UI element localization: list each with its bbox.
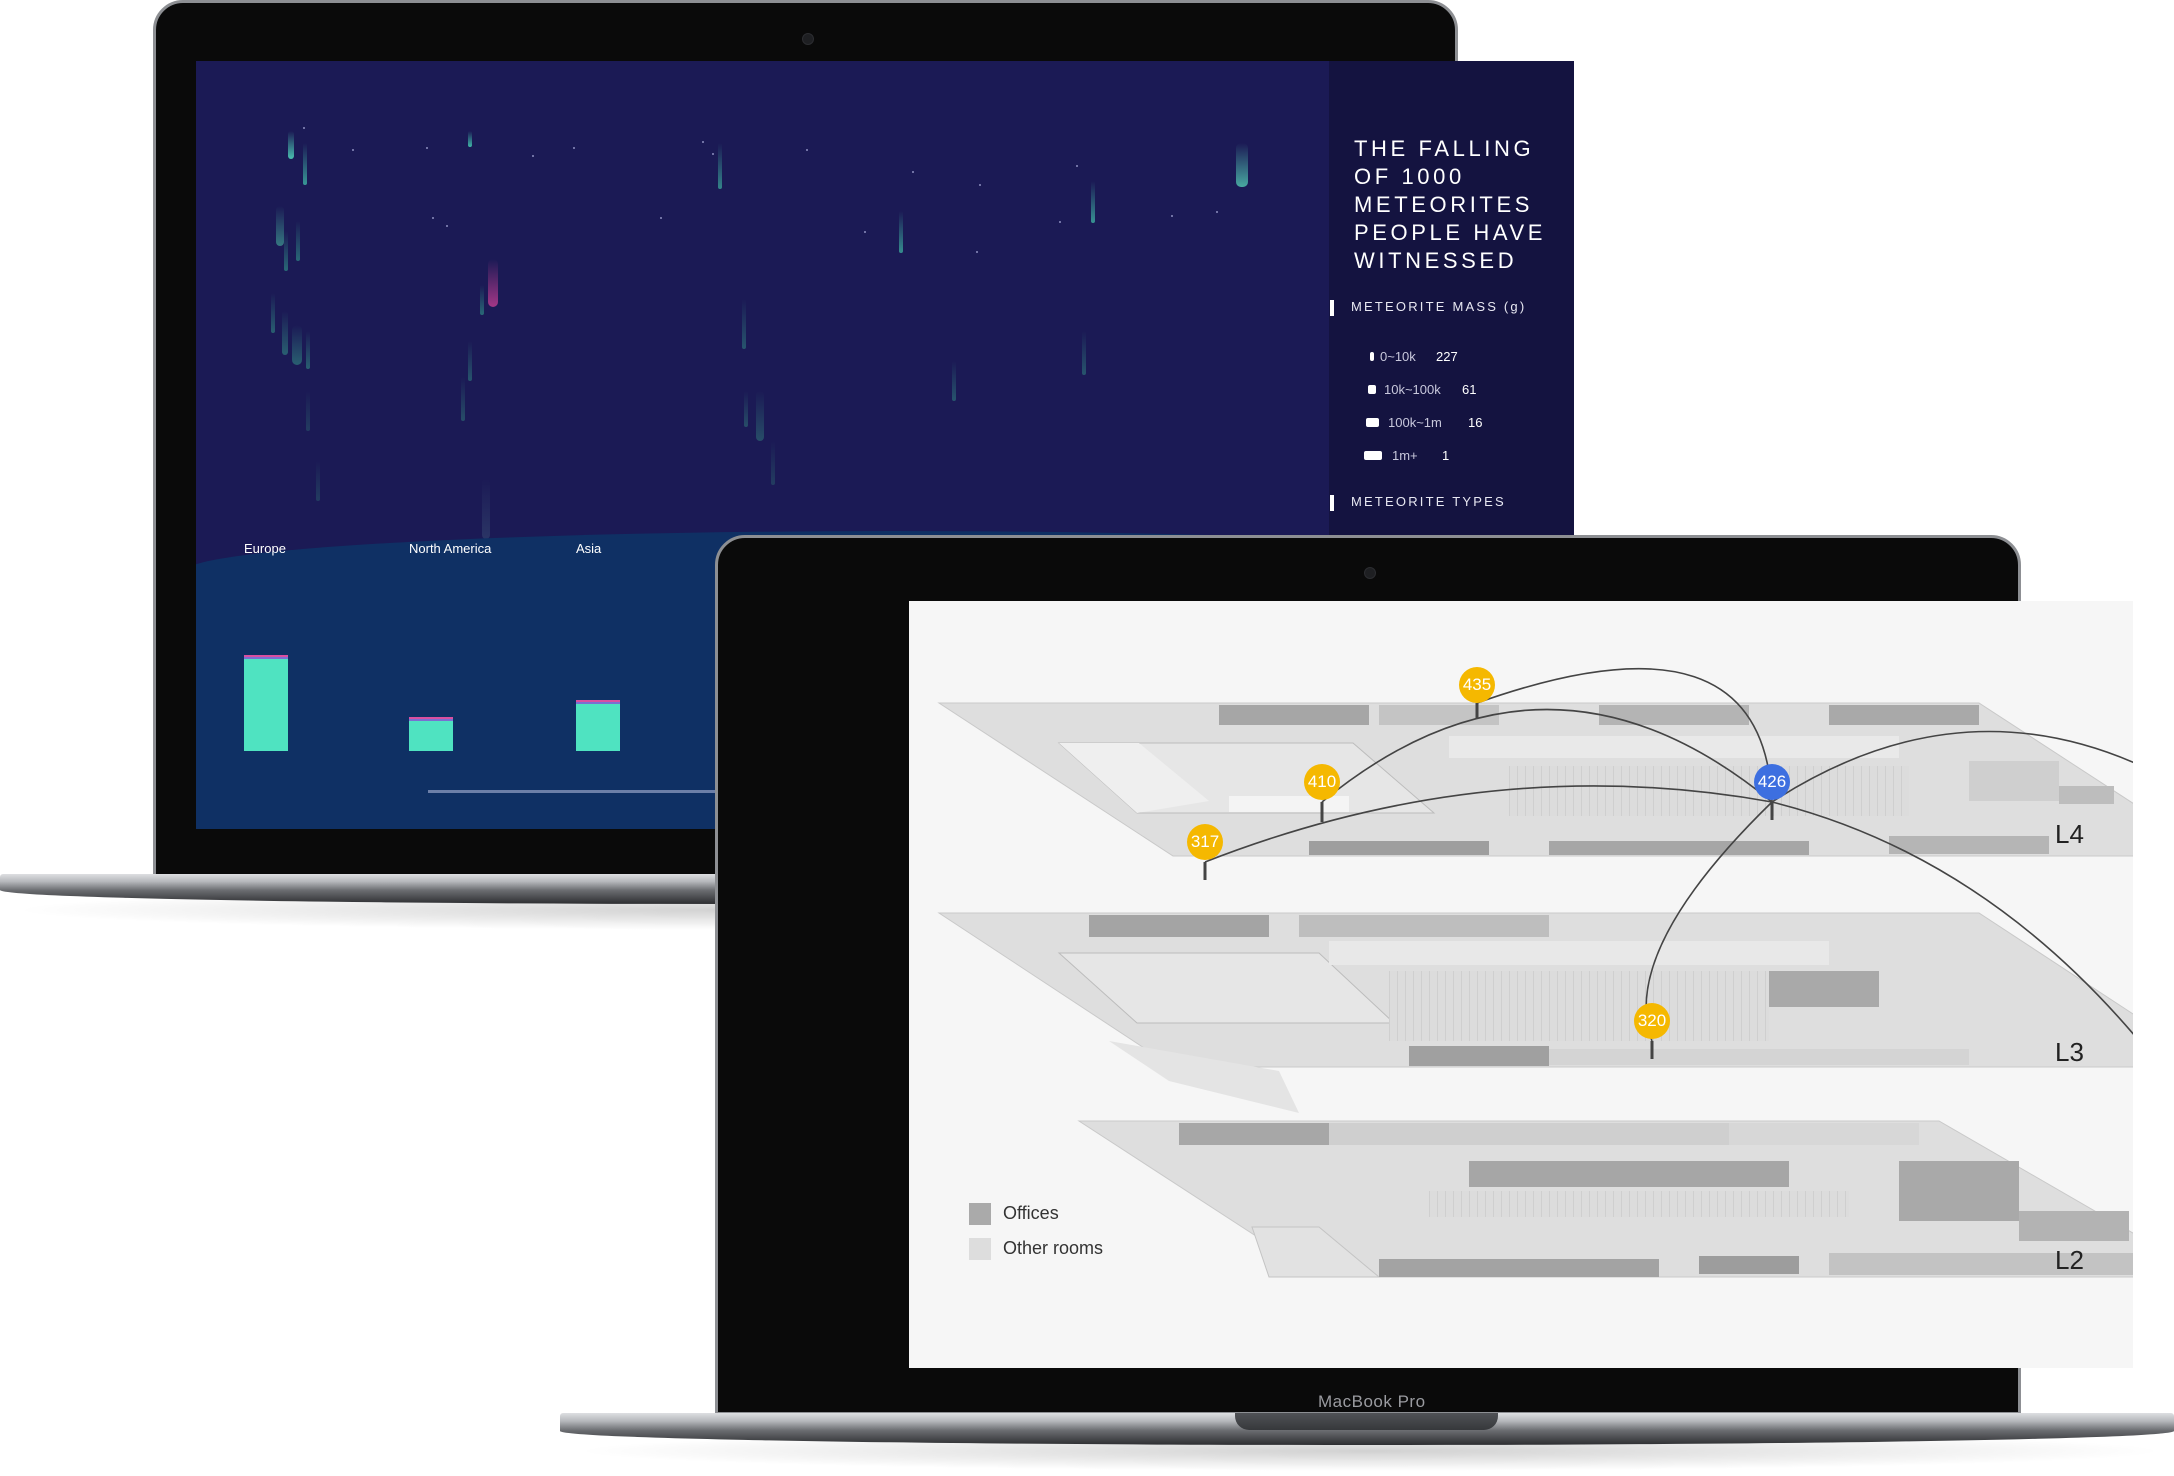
star-dot — [806, 149, 808, 151]
visualization-title: THE FALLING OF 1000 METEORITES PEOPLE HA… — [1354, 135, 1564, 275]
title-line: THE FALLING — [1354, 136, 1535, 161]
meteor-streak — [1082, 331, 1086, 375]
legend-swatch — [969, 1238, 991, 1260]
region-label: North America — [409, 541, 492, 556]
level-label-l2: L2 — [2055, 1245, 2084, 1275]
mass-label: 100k~1m — [1388, 415, 1442, 430]
star-dot — [712, 153, 714, 155]
room-pin-426[interactable]: 426 — [1754, 764, 1790, 800]
region-label: Europe — [244, 541, 286, 556]
floor-l3 — [937, 912, 2133, 1113]
camera-icon — [1364, 567, 1376, 579]
types-heading-text: METEORITE TYPES — [1351, 494, 1506, 509]
title-line: WITNESSED — [1354, 248, 1518, 273]
meteor-streak — [306, 391, 310, 431]
meteor-streak — [899, 211, 903, 253]
legend-label: Offices — [1003, 1203, 1059, 1223]
star-dot — [426, 147, 428, 149]
star-dot — [1076, 165, 1078, 167]
mass-swatch — [1364, 451, 1382, 460]
meteor-streak — [296, 221, 300, 261]
mass-heading-text: METEORITE MASS (g) — [1351, 299, 1527, 314]
meteor-streak — [316, 461, 320, 501]
star-dot — [702, 141, 704, 143]
floor-l4 — [937, 702, 2133, 857]
room-pin-410[interactable]: 410 — [1304, 764, 1340, 800]
star-dot — [532, 155, 534, 157]
star-dot — [573, 147, 575, 149]
meteor-streak — [288, 131, 294, 159]
star-dot — [432, 217, 434, 219]
meteor-streak — [1091, 181, 1095, 223]
types-heading: METEORITE TYPES — [1330, 494, 1506, 511]
star-dot — [1216, 211, 1218, 213]
mass-count: 61 — [1462, 382, 1477, 397]
meteor-streak — [306, 331, 310, 369]
meteor-streak — [1236, 143, 1248, 187]
laptop-lid: 435410426450317320236A Offices Other roo… — [715, 535, 2133, 1415]
mass-label: 0~10k — [1380, 349, 1416, 364]
mass-swatch — [1368, 385, 1376, 394]
brand-label: MacBook Pro — [1318, 1392, 1426, 1411]
star-dot — [446, 225, 448, 227]
laptop-floorplan: 435410426450317320236A Offices Other roo… — [560, 535, 2174, 1476]
meteor-streak — [771, 441, 775, 485]
meteor-streak — [284, 231, 288, 271]
legend-swatch — [969, 1203, 991, 1225]
meteor-streak — [480, 285, 484, 315]
title-line: PEOPLE HAVE — [1354, 220, 1547, 245]
level-label-l3: L3 — [2055, 1037, 2084, 1067]
meteor-streak — [488, 259, 498, 307]
star-dot — [976, 251, 978, 253]
star-dot — [1059, 221, 1061, 223]
meteor-streak — [482, 479, 490, 539]
meteor-streak — [461, 377, 465, 421]
heading-marker — [1330, 299, 1334, 316]
title-line: METEORITES — [1354, 192, 1534, 217]
trackpad-notch — [1235, 1413, 1498, 1430]
mass-heading: METEORITE MASS (g) — [1330, 299, 1526, 316]
meteor-streak — [744, 391, 748, 427]
meteor-streak — [952, 361, 956, 401]
star-dot — [303, 127, 305, 129]
star-dot — [979, 184, 981, 186]
meteor-streak — [276, 206, 284, 246]
room-pin-320[interactable]: 320 — [1634, 1003, 1670, 1039]
legend-label: Other rooms — [1003, 1238, 1104, 1258]
meteor-streak — [742, 299, 746, 349]
room-pin-317[interactable]: 317 — [1187, 824, 1223, 860]
mass-count: 227 — [1436, 349, 1458, 364]
mass-label: 1m+ — [1392, 448, 1418, 463]
meteor-streak — [468, 341, 472, 381]
mass-count: 1 — [1442, 448, 1450, 463]
star-dot — [352, 149, 354, 151]
meteor-streak — [756, 391, 764, 441]
camera-icon — [802, 33, 814, 45]
mass-swatch — [1370, 352, 1374, 361]
floor-l2 — [1077, 1120, 2133, 1278]
star-dot — [912, 171, 914, 173]
meteor-streak — [271, 293, 275, 333]
star-dot — [864, 231, 866, 233]
heading-marker — [1330, 494, 1334, 511]
star-dot — [660, 217, 662, 219]
floorplan-visualization: 435410426450317320236A Offices Other roo… — [909, 601, 2133, 1368]
region-bar[interactable] — [409, 717, 453, 751]
mass-count: 16 — [1468, 415, 1483, 430]
region-bar[interactable] — [244, 655, 288, 751]
title-line: OF 1000 — [1354, 164, 1465, 189]
star-dot — [1171, 215, 1173, 217]
meteor-streak — [292, 325, 302, 365]
meteor-streak — [282, 311, 288, 355]
mass-label: 10k~100k — [1384, 382, 1441, 397]
mass-swatch — [1366, 418, 1379, 427]
room-pin-435[interactable]: 435 — [1459, 667, 1495, 703]
level-label-l4: L4 — [2055, 819, 2084, 849]
meteor-streak — [468, 131, 472, 147]
meteor-streak — [303, 143, 307, 185]
meteor-streak — [718, 143, 722, 189]
